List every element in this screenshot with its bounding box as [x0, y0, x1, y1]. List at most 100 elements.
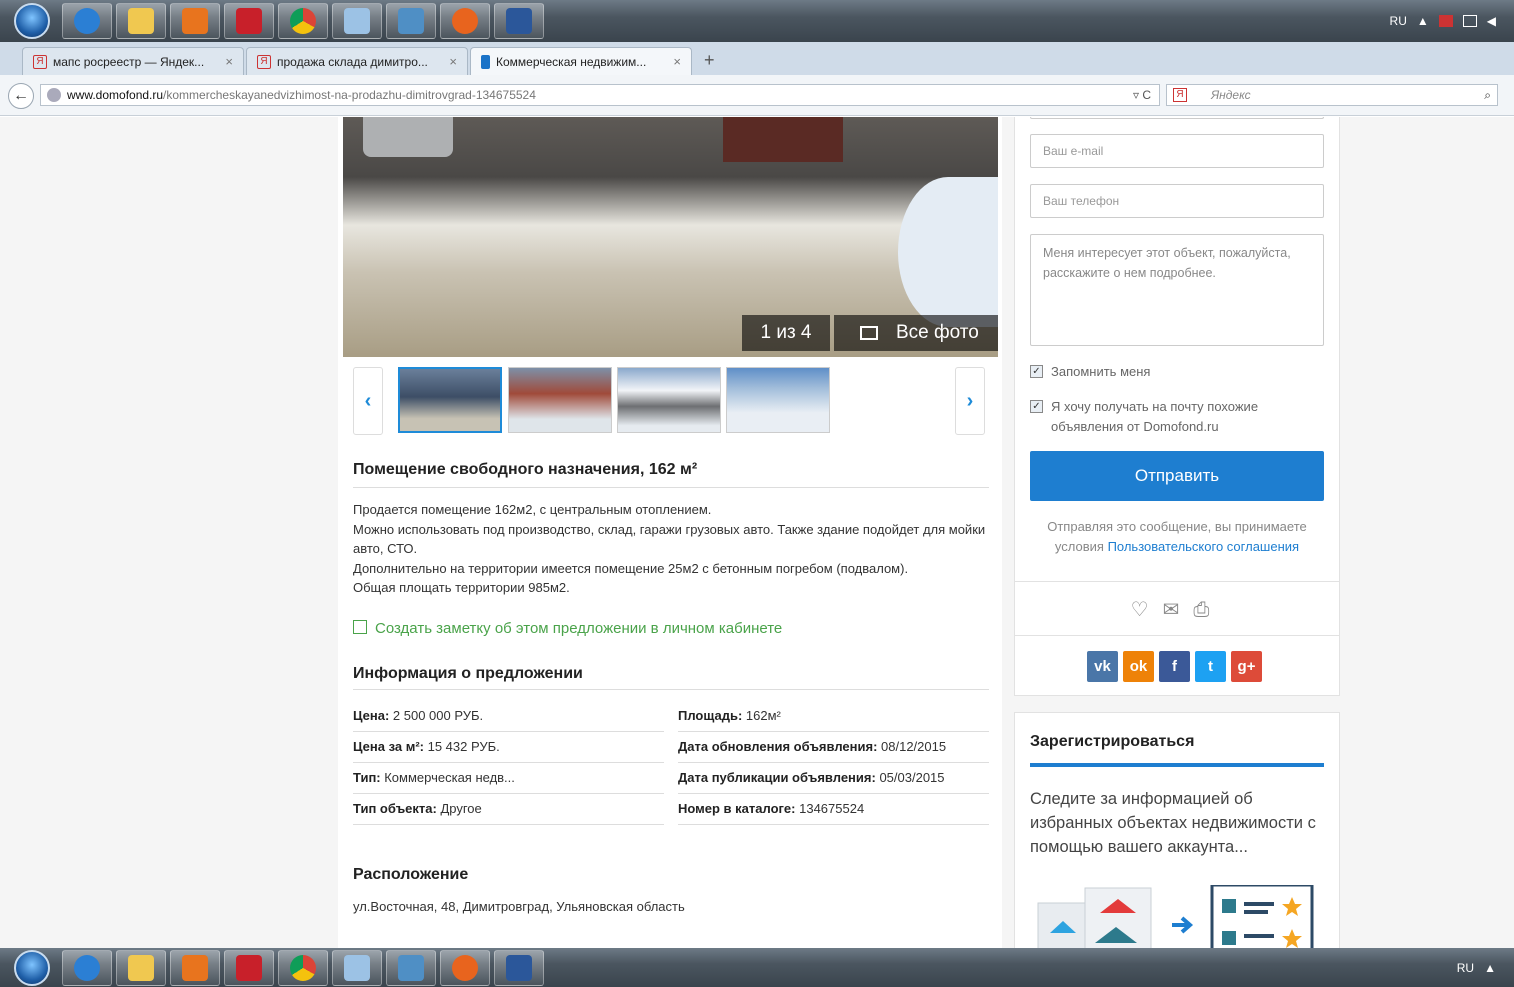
language-indicator[interactable]: RU [1390, 14, 1407, 28]
close-tab-icon[interactable]: × [225, 54, 233, 69]
listing-main: 1 из 4 Все фото ‹ › Помещение свободного… [338, 117, 1002, 948]
checkmark-icon[interactable]: ✓ [1030, 400, 1043, 413]
word-icon[interactable] [494, 949, 544, 986]
terms-text: Отправляя это сообщение, вы принимаете у… [1030, 517, 1324, 557]
yandex-icon: Я [33, 54, 47, 69]
thumbnail-2[interactable] [508, 367, 612, 433]
facebook-icon[interactable]: f [1159, 651, 1190, 682]
tray-arrow-icon[interactable]: ▲ [1417, 14, 1429, 28]
file-explorer-icon[interactable] [116, 3, 166, 39]
vk-icon[interactable]: vk [1087, 651, 1118, 682]
info-key: Тип объекта: [353, 801, 437, 816]
name-field[interactable] [1030, 117, 1324, 119]
chrome-icon[interactable] [278, 3, 328, 39]
paint-icon[interactable] [332, 949, 382, 986]
tab-commercial-realty[interactable]: Коммерческая недвижим... × [470, 47, 692, 75]
description-line: Продается помещение 162м2, с центральным… [353, 502, 712, 517]
info-row-published: Дата публикации объявления: 05/03/2015 [678, 763, 989, 794]
reload-icon[interactable]: ▿ C [1133, 85, 1151, 105]
tab-warehouse-sale[interactable]: Я продажа склада димитро... × [246, 47, 468, 75]
subscribe-label: Я хочу получать на почту похожие объявле… [1051, 399, 1259, 434]
tray-arrow-icon[interactable]: ▲ [1484, 961, 1496, 975]
chrome-icon[interactable] [278, 949, 328, 986]
search-icon[interactable]: ⌕ [1484, 85, 1491, 105]
thumbnail-1[interactable] [398, 367, 502, 433]
all-photos-button[interactable]: Все фото [834, 315, 998, 351]
close-tab-icon[interactable]: × [449, 54, 457, 69]
chevron-right-icon[interactable]: › [955, 367, 985, 435]
language-indicator[interactable]: RU [1457, 961, 1474, 975]
listing-address: ул.Восточная, 48, Димитровград, Ульяновс… [353, 899, 685, 914]
volume-icon[interactable]: ◀ [1487, 14, 1496, 28]
image-icon [860, 326, 878, 340]
photo-viewer-icon[interactable] [386, 3, 436, 39]
internet-explorer-icon[interactable] [62, 3, 112, 39]
thumbnail-3[interactable] [617, 367, 721, 433]
thumbnail-strip: ‹ › [353, 367, 985, 435]
create-note-label: Создать заметку об этом предложении в ли… [375, 620, 783, 637]
start-button[interactable] [14, 3, 50, 39]
twitter-icon[interactable]: t [1195, 651, 1226, 682]
info-value: Коммерческая недв... [380, 770, 515, 785]
subscribe-checkbox[interactable]: ✓ Я хочу получать на почту похожие объявл… [1030, 397, 1320, 437]
firefox-icon[interactable] [440, 3, 490, 39]
action-center-flag-icon[interactable] [1438, 15, 1453, 27]
all-photos-label: Все фото [896, 322, 979, 343]
description-line: Дополнительно на территории имеется поме… [353, 560, 909, 576]
address-bar[interactable]: www.domofond.ru/kommercheskayanedvizhimo… [40, 84, 1160, 106]
odnoklassniki-icon[interactable]: ok [1123, 651, 1154, 682]
checkmark-icon[interactable]: ✓ [1030, 365, 1043, 378]
register-heading[interactable]: Зарегистрироваться [1030, 733, 1324, 767]
dislike-icon[interactable]: ♡ [1131, 599, 1163, 621]
firefox-icon[interactable] [440, 949, 490, 986]
social-share-bar: vk ok f t g+ [1087, 651, 1262, 682]
yandex-icon: Я [257, 54, 271, 69]
google-plus-icon[interactable]: g+ [1231, 651, 1262, 682]
user-agreement-link[interactable]: Пользовательского соглашения [1108, 539, 1300, 554]
internet-explorer-icon[interactable] [62, 949, 112, 986]
thumbnail-4[interactable] [726, 367, 830, 433]
info-row-catalog-number: Номер в каталоге: 134675524 [678, 794, 989, 825]
phone-field[interactable]: Ваш телефон [1030, 184, 1324, 218]
url-path: /kommercheskayanedvizhimost-na-prodazhu-… [163, 88, 536, 102]
print-icon[interactable]: ⎙ [1193, 599, 1223, 621]
main-photo[interactable]: 1 из 4 Все фото [343, 117, 998, 357]
yandex-icon[interactable]: Я [1173, 88, 1187, 102]
globe-icon [47, 88, 61, 102]
chevron-left-icon[interactable]: ‹ [353, 367, 383, 435]
info-value: 134675524 [795, 801, 865, 816]
acrobat-icon[interactable] [224, 3, 274, 39]
search-box[interactable]: Я Яндекс ⌕ [1166, 84, 1498, 106]
media-player-icon[interactable] [170, 3, 220, 39]
message-textarea[interactable]: Меня интересует этот объект, пожалуйста,… [1030, 234, 1324, 346]
create-note-link[interactable]: Создать заметку об этом предложении в ли… [353, 620, 782, 637]
tab-rosreestr[interactable]: Я мапс росреестр — Яндек... × [22, 47, 244, 75]
network-icon[interactable] [1462, 15, 1477, 27]
email-field[interactable]: Ваш e-mail [1030, 134, 1324, 168]
photo-viewer-icon[interactable] [386, 949, 436, 986]
new-tab-button[interactable]: + [694, 50, 725, 75]
acrobat-icon[interactable] [224, 949, 274, 986]
tab-title: продажа склада димитро... [277, 54, 428, 69]
word-icon[interactable] [494, 3, 544, 39]
navigation-bar: ← www.domofond.ru/kommercheskayanedvizhi… [0, 75, 1514, 116]
info-row-price-per-m2: Цена за м²: 15 432 РУБ. [353, 732, 664, 763]
photo-counter: 1 из 4 [742, 315, 830, 351]
info-row-area: Площадь: 162м² [678, 701, 989, 732]
paint-icon[interactable] [332, 3, 382, 39]
register-text: Следите за информацией об избранных объе… [1030, 790, 1316, 856]
info-row-type: Тип: Коммерческая недв... [353, 763, 664, 794]
back-button[interactable]: ← [8, 83, 34, 109]
media-player-icon[interactable] [170, 949, 220, 986]
send-button[interactable]: Отправить [1030, 451, 1324, 501]
info-key: Дата обновления объявления: [678, 739, 878, 754]
remember-me-checkbox[interactable]: ✓ Запомнить меня [1030, 362, 1320, 382]
file-explorer-icon[interactable] [116, 949, 166, 986]
envelope-icon[interactable]: ✉ [1163, 599, 1194, 621]
info-key: Цена за м²: [353, 739, 424, 754]
info-key: Тип: [353, 770, 381, 785]
info-row-price: Цена: 2 500 000 РУБ. [353, 701, 664, 732]
info-value: 162м² [742, 708, 781, 723]
close-tab-icon[interactable]: × [673, 54, 681, 69]
start-button[interactable] [14, 949, 50, 986]
